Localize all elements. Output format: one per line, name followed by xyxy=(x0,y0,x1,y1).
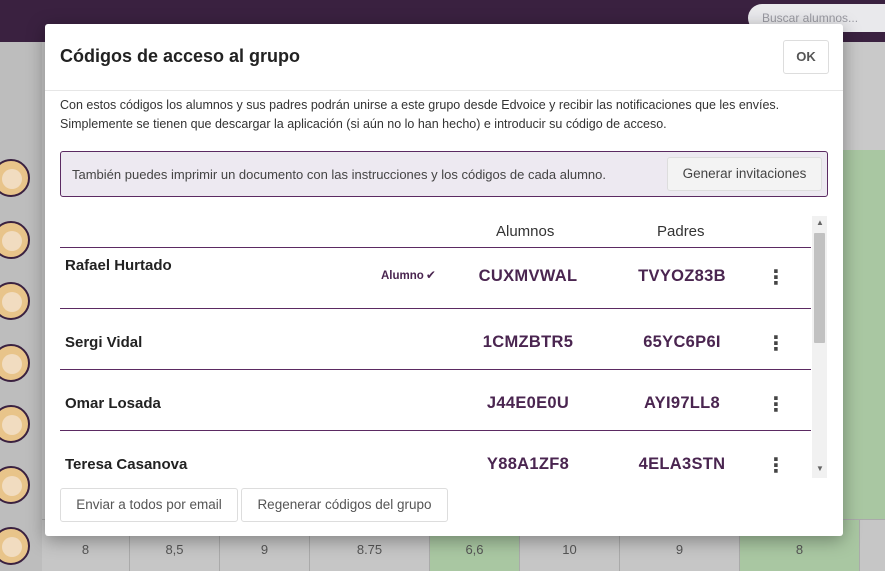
student-name: Teresa Casanova xyxy=(65,456,188,473)
parent-code: TVYOZ83B xyxy=(638,267,726,285)
avatar xyxy=(0,405,30,443)
more-options-icon[interactable]: ⋮ xyxy=(766,268,786,288)
student-badge: Alumno ✔ xyxy=(381,268,436,282)
avatar xyxy=(0,282,30,320)
dialog-title: Códigos de acceso al grupo xyxy=(60,46,301,66)
avatar xyxy=(0,344,30,382)
student-code: CUXMVWAL xyxy=(478,267,578,285)
student-code: Y88A1ZF8 xyxy=(486,455,570,473)
column-header-students: Alumnos xyxy=(496,223,555,240)
scroll-down-icon[interactable]: ▼ xyxy=(816,464,824,473)
more-options-icon[interactable]: ⋮ xyxy=(766,456,786,476)
print-info-box: También puedes imprimir un documento con… xyxy=(60,151,828,197)
print-info-text: También puedes imprimir un documento con… xyxy=(72,167,607,182)
avatar xyxy=(0,527,30,565)
avatar xyxy=(0,221,30,259)
parent-code: AYI97LL8 xyxy=(643,394,721,412)
divider xyxy=(45,90,843,91)
access-codes-table: Alumnos Padres Rafael Hurtado Alumno ✔ CU… xyxy=(60,214,811,477)
grade-column-background xyxy=(843,150,885,520)
avatar xyxy=(0,159,30,197)
scroll-thumb[interactable] xyxy=(814,233,825,343)
column-header-parents: Padres xyxy=(657,223,705,240)
ok-button[interactable]: OK xyxy=(783,40,829,74)
student-code: J44E0E0U xyxy=(486,394,570,412)
check-icon: ✔ xyxy=(425,268,436,282)
access-codes-dialog: Códigos de acceso al grupo OK Con estos … xyxy=(45,24,843,536)
scroll-up-icon[interactable]: ▲ xyxy=(816,218,824,227)
table-row: Rafael Hurtado Alumno ✔ CUXMVWAL TVYOZ83B… xyxy=(60,248,811,309)
parent-code: 65YC6P6I xyxy=(643,333,721,351)
avatar xyxy=(0,466,30,504)
student-name: Rafael Hurtado xyxy=(65,257,172,274)
regenerate-codes-button[interactable]: Regenerar códigos del grupo xyxy=(241,488,448,522)
student-code: 1CMZBTR5 xyxy=(482,333,574,351)
more-options-icon[interactable]: ⋮ xyxy=(766,334,786,354)
parent-code: 4ELA3STN xyxy=(638,455,726,473)
student-avatar-column xyxy=(0,42,42,571)
table-row: Teresa Casanova Y88A1ZF8 4ELA3STN ⋮ xyxy=(60,431,811,477)
badge-label: Alumno xyxy=(381,270,424,282)
generate-invitations-button[interactable]: Generar invitaciones xyxy=(667,157,822,191)
email-all-button[interactable]: Enviar a todos por email xyxy=(60,488,238,522)
student-name: Omar Losada xyxy=(65,395,161,412)
table-scrollbar[interactable]: ▲ ▼ xyxy=(812,216,827,478)
table-row: Omar Losada J44E0E0U AYI97LL8 ⋮ xyxy=(60,370,811,431)
table-row: Sergi Vidal 1CMZBTR5 65YC6P6I ⋮ xyxy=(60,309,811,370)
dialog-description: Con estos códigos los alumnos y sus padr… xyxy=(60,98,780,131)
student-name: Sergi Vidal xyxy=(65,334,143,351)
more-options-icon[interactable]: ⋮ xyxy=(766,395,786,415)
